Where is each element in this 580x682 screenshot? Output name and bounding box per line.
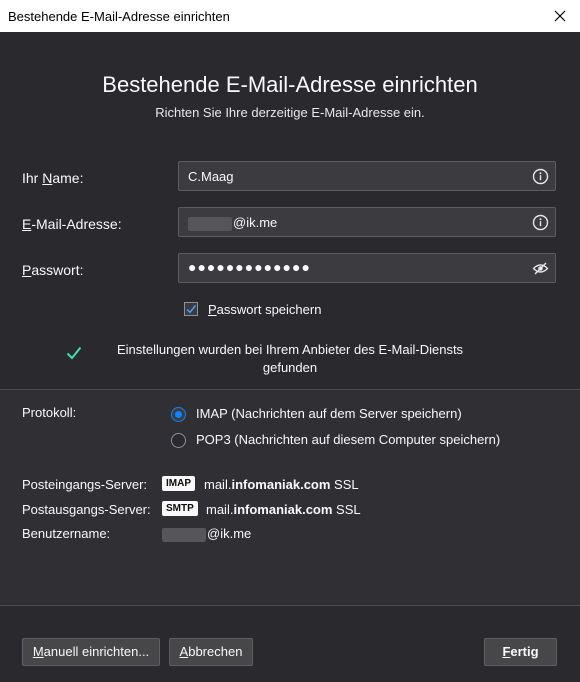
imap-radio-label[interactable]: IMAP (Nachrichten auf dem Server speiche… bbox=[196, 406, 462, 421]
imap-badge: IMAP bbox=[162, 476, 195, 491]
outgoing-server-label: Postausgangs-Server: bbox=[22, 502, 151, 517]
outgoing-server-value: mail.infomaniak.com SSL bbox=[206, 502, 361, 517]
pop3-radio[interactable] bbox=[171, 433, 186, 448]
done-button[interactable]: Fertig bbox=[484, 638, 557, 666]
protocol-label: Protokoll: bbox=[22, 405, 77, 420]
remember-password-label[interactable]: Passwort speichern bbox=[208, 302, 321, 317]
divider bbox=[0, 605, 580, 606]
window-titlebar: Bestehende E-Mail-Adresse einrichten bbox=[0, 0, 580, 32]
page-title: Bestehende E-Mail-Adresse einrichten bbox=[102, 72, 478, 97]
window-title: Bestehende E-Mail-Adresse einrichten bbox=[8, 9, 230, 24]
checkmark-icon bbox=[186, 305, 197, 314]
info-icon[interactable] bbox=[532, 214, 549, 231]
smtp-badge: SMTP bbox=[162, 501, 198, 516]
config-panel bbox=[0, 390, 580, 606]
email-value: @ik.me bbox=[188, 215, 277, 231]
password-value: ●●●●●●●●●●●●● bbox=[188, 259, 311, 275]
redacted-text bbox=[188, 216, 232, 231]
manual-setup-button[interactable]: Manuell einrichten... bbox=[22, 638, 160, 666]
status-message: Einstellungen wurden bei Ihrem Anbieter … bbox=[116, 342, 464, 375]
remember-password-checkbox[interactable] bbox=[184, 302, 198, 316]
username-label: Benutzername: bbox=[22, 526, 111, 541]
cancel-button[interactable]: Abbrechen bbox=[169, 638, 253, 666]
incoming-server-value: mail.infomaniak.com SSL bbox=[204, 477, 359, 492]
redacted-text bbox=[162, 527, 206, 542]
pop3-radio-label[interactable]: POP3 (Nachrichten auf diesem Computer sp… bbox=[196, 432, 500, 447]
imap-radio[interactable] bbox=[171, 407, 186, 422]
username-value: @ik.me bbox=[162, 526, 251, 542]
name-label: Ihr Name: bbox=[22, 170, 84, 186]
success-check-icon bbox=[66, 346, 82, 360]
info-icon[interactable] bbox=[532, 168, 549, 185]
name-field[interactable]: C.Maag bbox=[178, 161, 556, 191]
password-label: Passwort: bbox=[22, 262, 84, 278]
password-field[interactable]: ●●●●●●●●●●●●● bbox=[178, 253, 556, 283]
close-icon[interactable] bbox=[550, 6, 570, 26]
email-label: E-Mail-Adresse: bbox=[22, 216, 122, 232]
email-field[interactable]: @ik.me bbox=[178, 207, 556, 237]
eye-hidden-icon[interactable] bbox=[532, 260, 549, 277]
incoming-server-label: Posteingangs-Server: bbox=[22, 477, 148, 492]
name-value: C.Maag bbox=[188, 169, 234, 184]
page-subtitle: Richten Sie Ihre derzeitige E-Mail-Adres… bbox=[155, 105, 425, 120]
